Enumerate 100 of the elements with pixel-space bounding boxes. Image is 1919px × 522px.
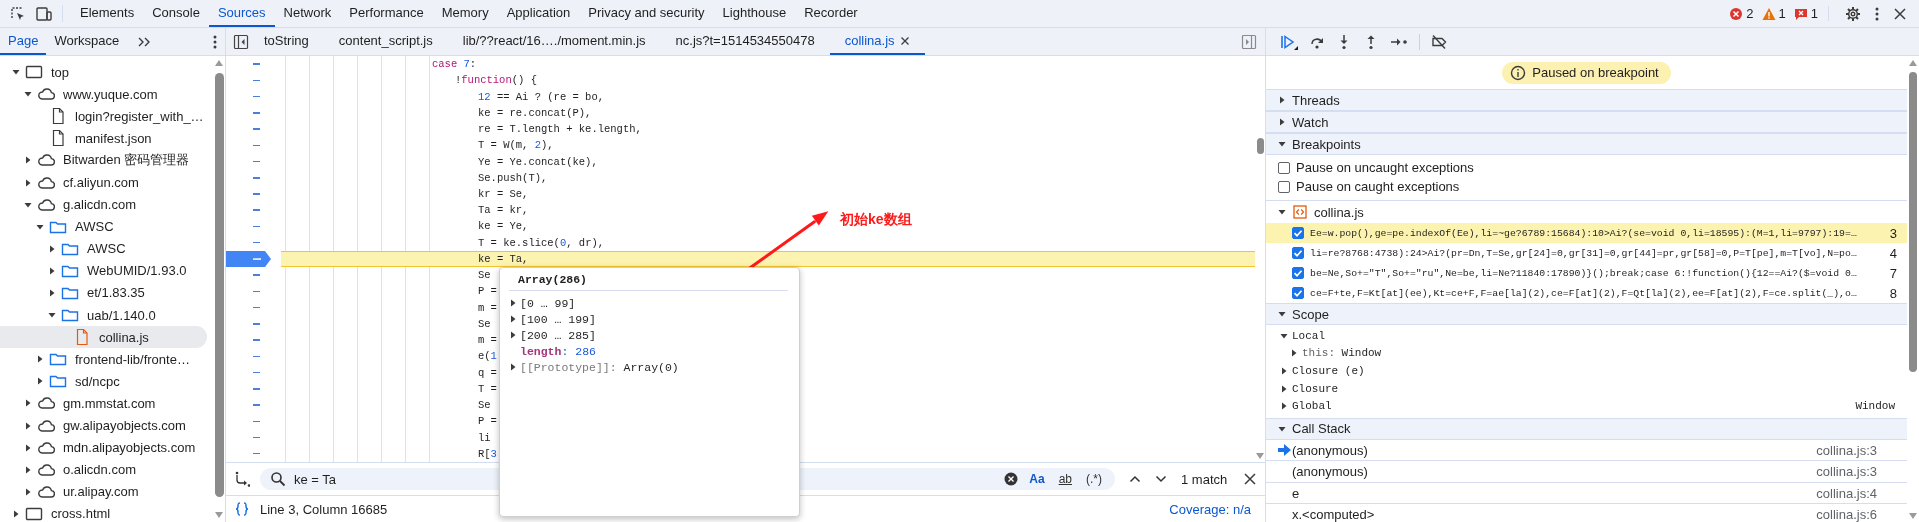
checkbox[interactable] <box>1292 267 1304 279</box>
array-range[interactable]: [100 … 199] <box>520 312 596 326</box>
collapsed-arrow-icon[interactable] <box>48 289 56 297</box>
checkbox[interactable] <box>1278 180 1290 193</box>
scroll-down-icon[interactable] <box>1909 513 1917 519</box>
scope-property[interactable]: this: Window <box>1302 347 1382 360</box>
collapsed-arrow-icon[interactable] <box>1278 96 1286 104</box>
tree-item[interactable]: www.yuque.com <box>0 83 207 106</box>
tree-item[interactable]: o.alicdn.com <box>0 458 207 481</box>
file-tab[interactable]: toString <box>249 28 324 55</box>
scope-name[interactable]: Closure (e) <box>1292 365 1365 377</box>
collapsed-arrow-icon[interactable] <box>1280 367 1288 375</box>
expanded-arrow-icon[interactable] <box>1278 208 1286 216</box>
collapsed-arrow-icon[interactable] <box>509 363 517 371</box>
collapsed-arrow-icon[interactable] <box>24 421 32 430</box>
tree-item[interactable]: login?register_with_… <box>0 105 207 128</box>
collapsed-arrow-icon[interactable] <box>1280 384 1288 393</box>
checkbox[interactable] <box>1292 247 1304 259</box>
expanded-arrow-icon[interactable] <box>1278 310 1286 318</box>
scroll-up-icon[interactable] <box>1909 60 1917 66</box>
breakpoint-marker[interactable] <box>226 250 271 267</box>
panel-tab[interactable]: Application <box>497 0 580 27</box>
panel-tab[interactable]: Console <box>143 0 209 27</box>
collapsed-arrow-icon[interactable] <box>1290 349 1298 358</box>
panel-tab[interactable]: Memory <box>432 0 498 27</box>
resume-icon[interactable] <box>1280 33 1298 50</box>
expanded-arrow-icon[interactable] <box>1278 424 1286 433</box>
array-range[interactable]: [0 … 99] <box>520 296 576 310</box>
collapsed-arrow-icon[interactable] <box>509 299 517 307</box>
scrollbar-thumb[interactable] <box>1256 138 1264 154</box>
inspect-icon[interactable] <box>10 5 26 22</box>
section-header[interactable]: Call Stack <box>1266 417 1907 440</box>
tree-item[interactable]: AWSC <box>0 215 207 238</box>
frame-location[interactable]: collina.js:4 <box>1816 485 1877 501</box>
tree-item[interactable]: cf.aliyun.com <box>0 171 207 194</box>
expanded-arrow-icon[interactable] <box>24 200 32 209</box>
tree-item[interactable]: mdn.alipayobjects.com <box>0 436 207 459</box>
collapsed-arrow-icon[interactable] <box>24 156 32 165</box>
tree-item[interactable]: ur.alipay.com <box>0 480 207 503</box>
search-option[interactable]: ab <box>1055 472 1075 486</box>
error-icon[interactable] <box>1729 6 1744 21</box>
file-tab[interactable]: content_script.js <box>323 28 448 55</box>
frame-location[interactable]: collina.js:3 <box>1816 442 1877 458</box>
collapsed-arrow-icon[interactable] <box>1278 118 1286 126</box>
frame-name[interactable]: x.<computed> <box>1292 507 1375 522</box>
tree-item[interactable]: g.alicdn.com <box>0 193 207 216</box>
scrollbar-thumb[interactable] <box>214 73 224 497</box>
settings-icon[interactable] <box>1845 5 1861 22</box>
navigator-tab[interactable]: Workspace <box>46 28 128 55</box>
panel-tab[interactable]: Elements <box>71 0 144 27</box>
tree-item[interactable]: manifest.json <box>0 127 207 150</box>
previous-match-icon[interactable] <box>1129 473 1141 485</box>
section-header[interactable]: Breakpoints <box>1266 133 1907 155</box>
scroll-up-icon[interactable] <box>215 60 223 66</box>
expanded-arrow-icon[interactable] <box>48 311 56 320</box>
collapsed-arrow-icon[interactable] <box>24 399 32 408</box>
frame-location[interactable]: collina.js:3 <box>1816 464 1877 480</box>
section-header[interactable]: Watch <box>1266 111 1907 133</box>
scope-name[interactable]: Local <box>1292 329 1325 342</box>
tree-item[interactable]: frontend-lib/fronte… <box>0 348 207 371</box>
scroll-down-icon[interactable] <box>215 512 223 518</box>
collapsed-arrow-icon[interactable] <box>24 487 32 496</box>
pretty-print-icon[interactable] <box>234 501 250 517</box>
panel-tab[interactable]: Performance <box>340 0 433 27</box>
tree-item[interactable]: gw.alipayobjects.com <box>0 414 207 437</box>
navigator-toggle-icon[interactable] <box>233 33 249 50</box>
coverage-link[interactable]: Coverage: n/a <box>1169 501 1251 517</box>
search-option[interactable]: Aa <box>1026 472 1048 486</box>
file-tab[interactable]: lib/??react/16…./moment.min.js <box>447 28 661 55</box>
array-range[interactable]: [200 … 285] <box>520 328 596 342</box>
tree-item[interactable]: top <box>0 61 207 84</box>
collapsed-arrow-icon[interactable] <box>48 266 56 275</box>
more-options-icon[interactable] <box>1875 5 1879 22</box>
tree-item[interactable]: uab/1.140.0 <box>0 304 207 327</box>
more-options-icon[interactable] <box>213 33 217 50</box>
warning-icon[interactable] <box>1761 6 1776 21</box>
tree-item[interactable]: Bitwarden 密码管理器 <box>0 149 207 172</box>
frame-name[interactable]: (anonymous) <box>1292 464 1368 480</box>
expanded-arrow-icon[interactable] <box>24 90 32 99</box>
file-tab[interactable]: collina.js <box>829 28 925 55</box>
expanded-arrow-icon[interactable] <box>1280 331 1288 340</box>
collapsed-arrow-icon[interactable] <box>36 377 44 386</box>
panel-tab[interactable]: Privacy and security <box>579 0 714 27</box>
expanded-arrow-icon[interactable] <box>1278 140 1286 148</box>
replace-toggle-icon[interactable] <box>234 471 250 487</box>
device-toolbar-icon[interactable] <box>36 5 52 22</box>
panel-tab[interactable]: Recorder <box>795 0 867 27</box>
scope-name[interactable]: Global <box>1292 400 1332 413</box>
tree-item[interactable]: sd/ncpc <box>0 370 207 393</box>
frame-name[interactable]: (anonymous) <box>1292 442 1368 458</box>
collapsed-arrow-icon[interactable] <box>12 509 20 518</box>
frame-name[interactable]: e <box>1292 485 1300 501</box>
clear-icon[interactable] <box>1004 472 1019 486</box>
section-header[interactable]: Threads <box>1266 89 1907 111</box>
collapsed-arrow-icon[interactable] <box>36 355 44 364</box>
navigator-tab[interactable]: Page <box>0 28 47 55</box>
close-tab-icon[interactable] <box>899 35 910 46</box>
panel-tab[interactable]: Network <box>274 0 341 27</box>
checkbox[interactable] <box>1292 227 1304 239</box>
expanded-arrow-icon[interactable] <box>12 68 20 77</box>
